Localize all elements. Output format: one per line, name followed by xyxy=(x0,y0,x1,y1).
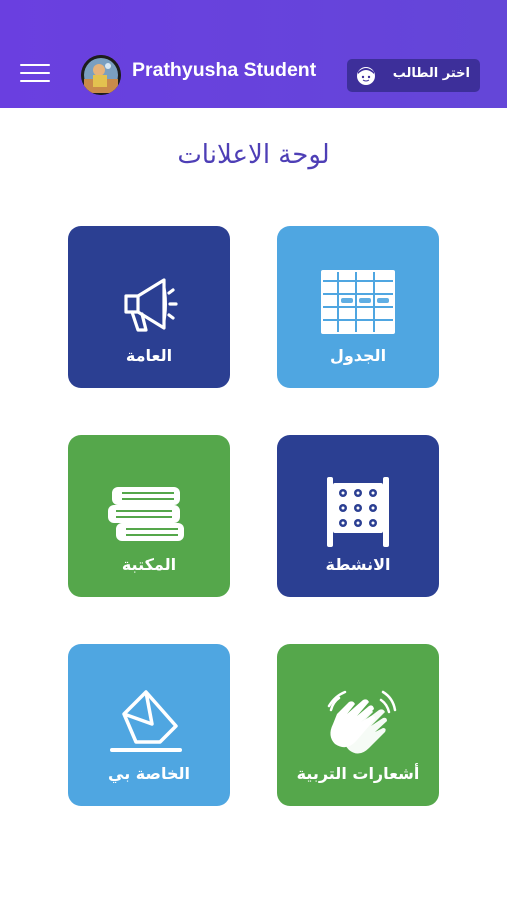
tile-activities[interactable]: الانشطة xyxy=(277,435,439,597)
envelope-icon xyxy=(110,690,182,752)
user-name: Prathyusha Student xyxy=(132,59,317,81)
tile-timetable[interactable]: الجدول xyxy=(277,226,439,388)
select-student-button[interactable]: اختر الطالب xyxy=(347,59,480,92)
tile-label: العامة xyxy=(125,346,173,365)
tile-label: الجدول xyxy=(329,346,387,365)
select-student-label: اختر الطالب xyxy=(392,66,470,81)
page-title: لوحة الاعلانات xyxy=(177,140,330,170)
timetable-icon xyxy=(321,270,395,334)
tile-my-messages[interactable]: الخاصة بي xyxy=(68,644,230,806)
megaphone-icon xyxy=(124,278,178,332)
avatar[interactable] xyxy=(81,55,121,95)
tile-general[interactable]: العامة xyxy=(68,226,230,388)
tile-label: الانشطة xyxy=(325,555,391,574)
student-avatar-icon xyxy=(357,67,375,85)
abacus-icon xyxy=(327,477,389,547)
clapping-hands-icon xyxy=(327,690,397,754)
tile-label: المكتبة xyxy=(121,555,177,574)
tile-library[interactable]: المكتبة xyxy=(68,435,230,597)
tile-education-notifications[interactable]: أشعارات التربية xyxy=(277,644,439,806)
books-icon xyxy=(108,487,184,541)
app-header: Prathyusha Student اختر الطالب xyxy=(0,0,507,108)
hamburger-menu-icon[interactable] xyxy=(20,64,50,86)
tile-label: أشعارات التربية xyxy=(296,764,420,783)
tile-label: الخاصة بي xyxy=(108,764,190,783)
